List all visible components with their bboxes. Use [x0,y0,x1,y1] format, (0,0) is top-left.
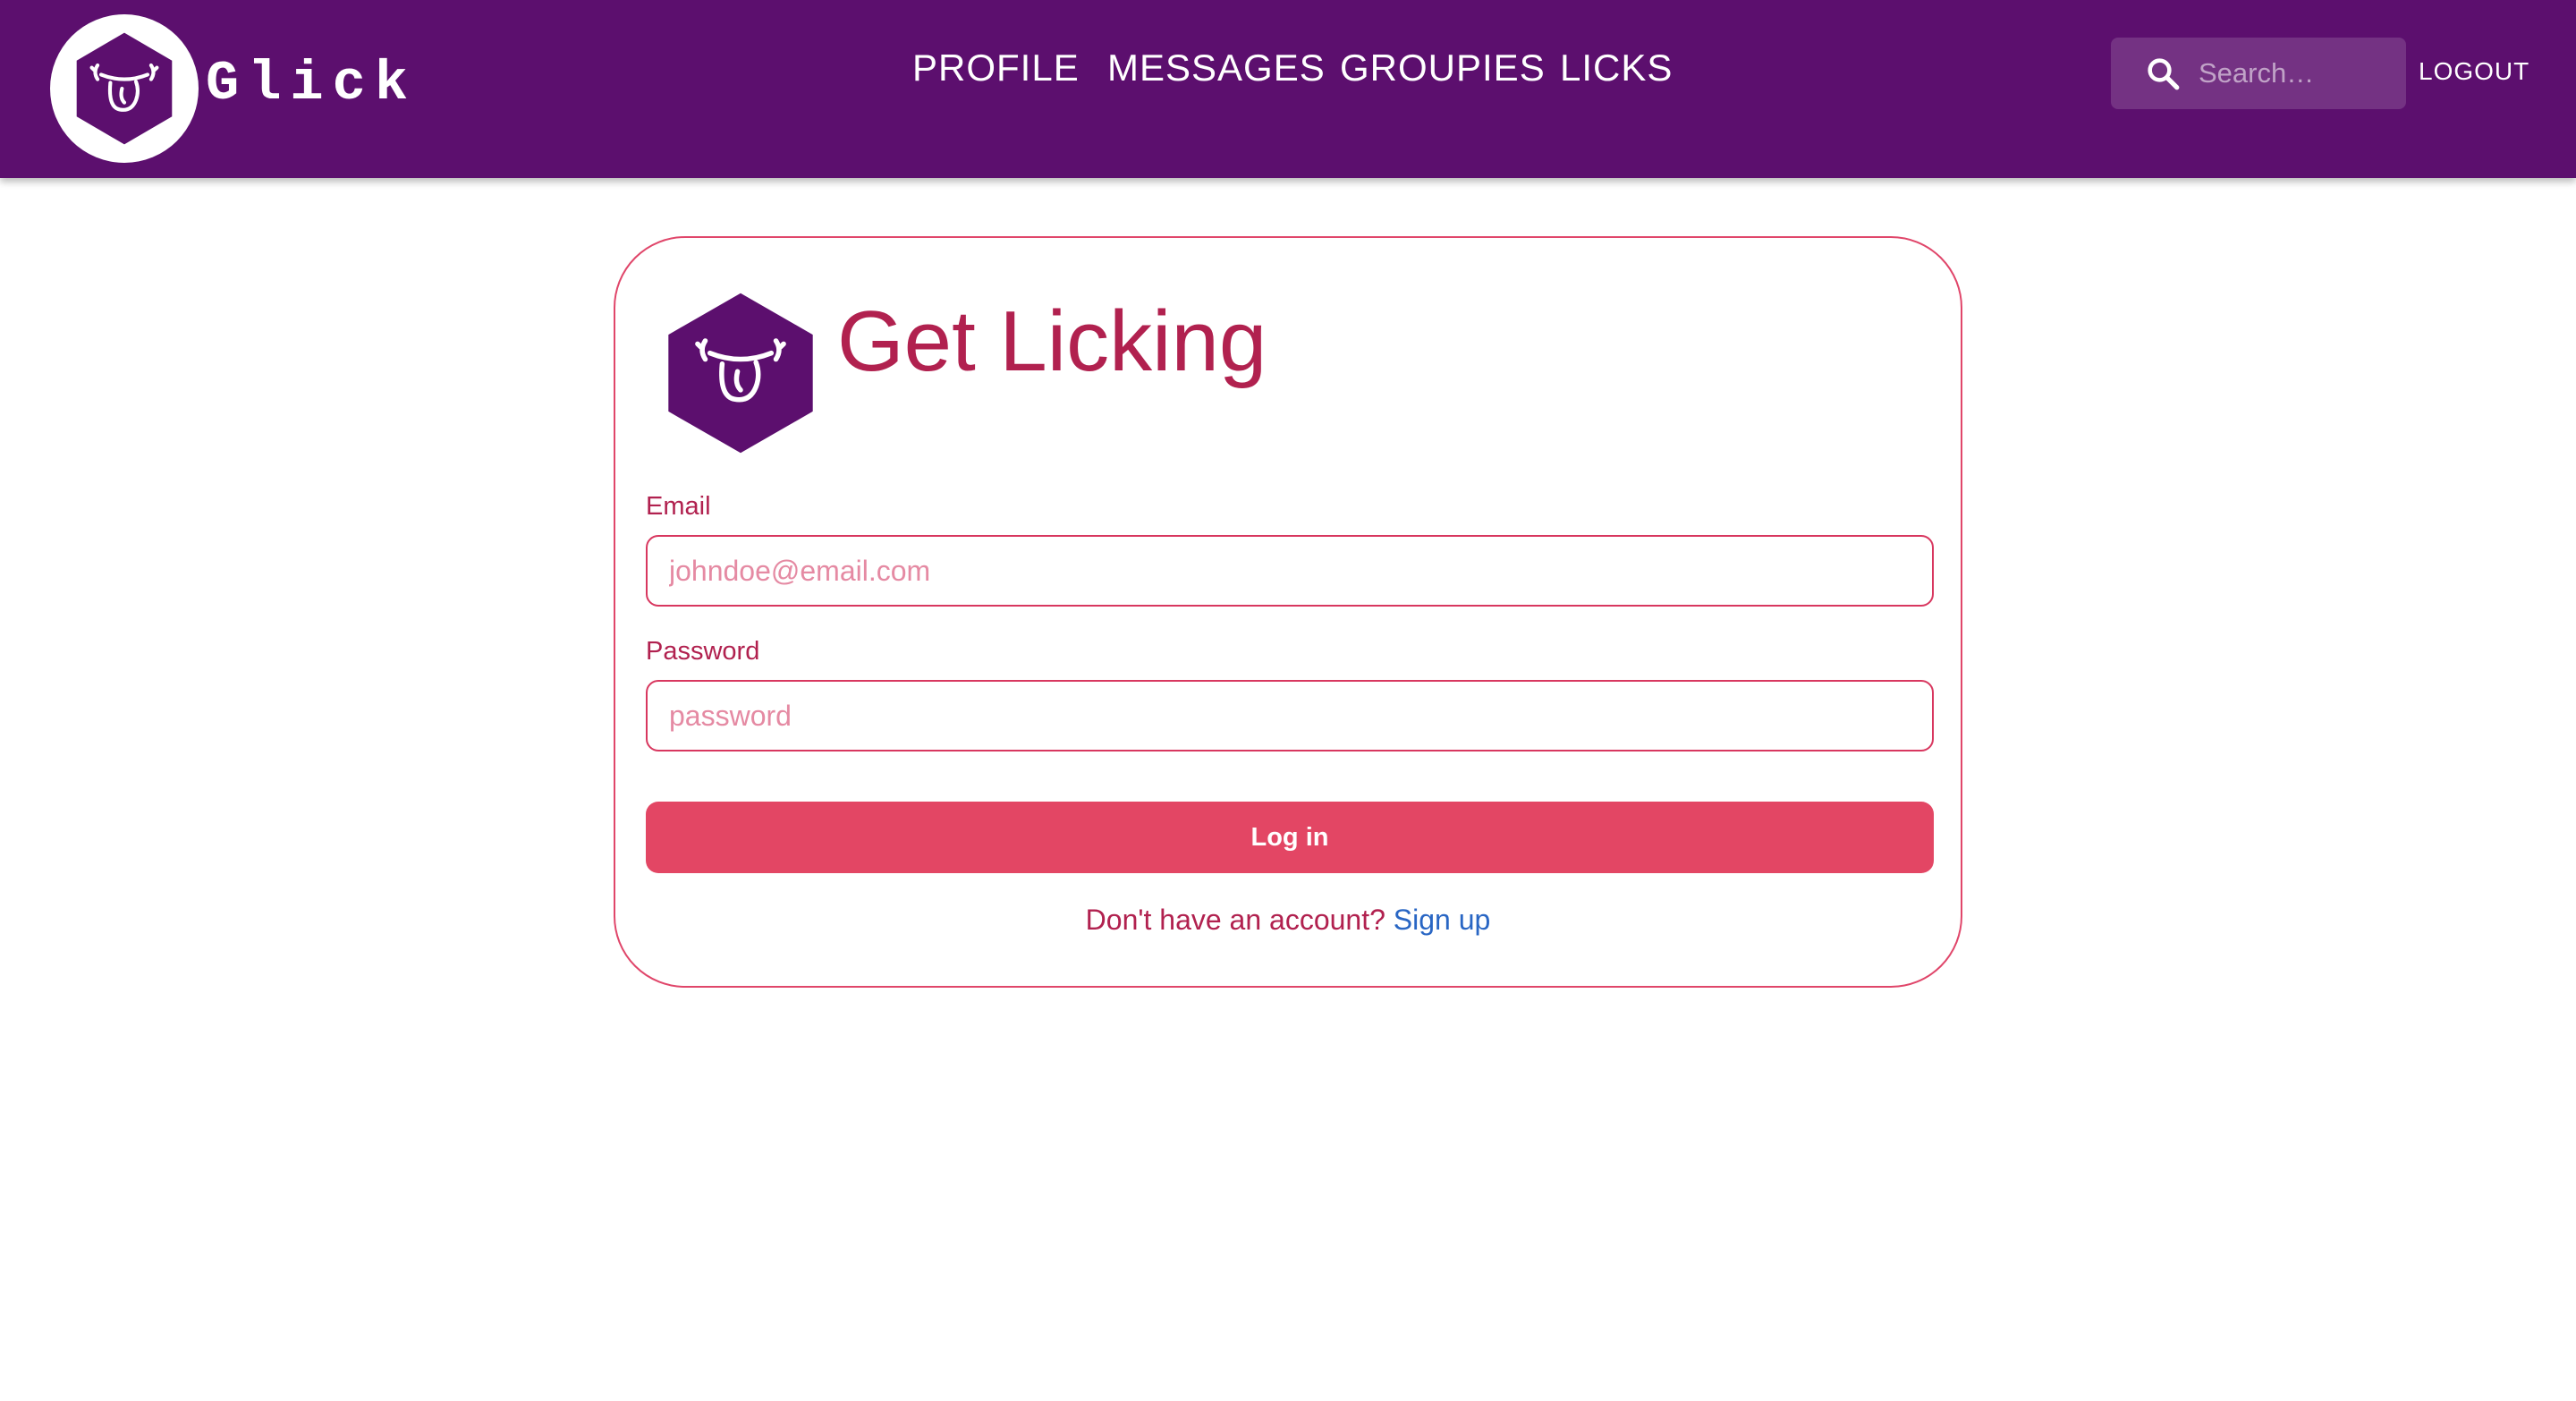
login-card: Get Licking Email Password Log in Don't … [614,236,1962,988]
login-button[interactable]: Log in [646,802,1934,873]
signup-link[interactable]: Sign up [1394,904,1491,936]
nav-profile[interactable]: PROFILE [912,47,1080,100]
search-input[interactable] [2197,56,2394,90]
tongue-face-hexagon-icon [76,32,173,145]
page-title: Get Licking [837,293,1267,389]
signup-prompt-line: Don't have an account? Sign up [615,904,1961,937]
signup-prompt: Don't have an account? [1085,904,1385,936]
brand-logo[interactable] [50,14,199,163]
search-icon [2141,52,2184,95]
app-bar: Glick PROFILE MESSAGES GROUPIES LICKS LO… [0,0,2576,178]
password-label: Password [646,637,760,666]
password-field[interactable] [646,680,1934,751]
brand-name[interactable]: Glick [206,52,417,115]
nav-messages[interactable]: MESSAGES [1107,47,1326,100]
nav-groupies[interactable]: GROUPIES [1340,47,1546,100]
email-label: Email [646,492,711,521]
search-box[interactable] [2111,38,2406,109]
login-header: Get Licking [664,292,1267,454]
nav-licks[interactable]: LICKS [1560,47,1673,100]
logout-button[interactable]: LOGOUT [2419,57,2529,86]
email-field[interactable] [646,535,1934,607]
brand[interactable]: Glick [50,13,417,165]
tongue-face-hexagon-icon [668,293,813,454]
